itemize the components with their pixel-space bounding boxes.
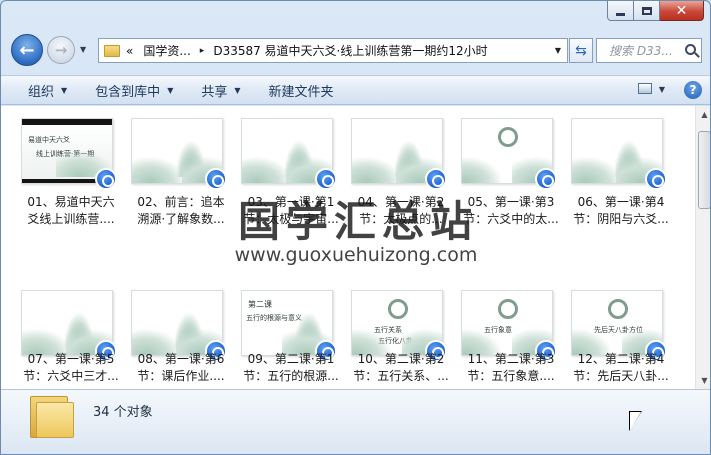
breadcrumb-overflow[interactable]: « [126, 44, 133, 58]
address-dropdown[interactable]: ▼ [555, 46, 561, 55]
file-name-line-1: 07、第一课·第5 [27, 352, 115, 366]
arrow-right-icon: → [54, 41, 68, 59]
video-file-icon [205, 168, 227, 190]
chevron-down-icon: ▼ [234, 85, 241, 95]
close-icon: ✕ [675, 2, 688, 19]
file-name-line-2: 节：六爻中三才... [23, 369, 119, 383]
file-name: 05、第一课·第3 节：六爻中的太... [455, 194, 567, 228]
minimize-button[interactable] [607, 1, 634, 21]
share-label: 共享 [201, 84, 228, 100]
scroll-thumb[interactable] [698, 131, 710, 209]
recent-pages-dropdown[interactable]: ▼ [80, 45, 86, 54]
search-input[interactable]: 搜索 D33... [596, 38, 702, 63]
video-file-icon [315, 168, 337, 190]
scroll-up-arrow-icon[interactable]: ▲ [696, 106, 710, 123]
navigation-bar: ← → ▼ « 国学资... ▸ D33587 易道中天六爻·线上训练营第一期约… [1, 31, 710, 69]
refresh-button[interactable]: ⇆ [569, 38, 593, 63]
file-name: 01、易道中天六 爻线上训练营.... [15, 194, 127, 228]
breadcrumb-item-current[interactable]: D33587 易道中天六爻·线上训练营第一期约12小时 [213, 42, 487, 59]
maximize-button[interactable] [634, 1, 660, 21]
arrow-left-icon: ← [19, 39, 35, 61]
help-icon[interactable]: ? [684, 81, 702, 99]
file-name-line-1: 03、第一课·第1 [247, 195, 335, 209]
file-name: 02、前言：追本 溯源·了解象数... [125, 194, 237, 228]
organize-menu[interactable]: 组织 ▼ [14, 76, 81, 104]
file-name-line-2: 节：五行的根源... [243, 369, 339, 383]
mouse-cursor-fill [630, 412, 641, 430]
watermark-url: www.guoxuehuizong.com [234, 244, 478, 266]
file-name: 08、第一课·第6 节：课后作业.... [125, 351, 237, 385]
file-name-line-1: 02、前言：追本 [137, 195, 225, 209]
caption-buttons: ✕ [607, 1, 704, 21]
file-name-line-2: 节：六爻中的太... [463, 212, 559, 226]
file-name-line-1: 01、易道中天六 [27, 195, 115, 209]
file-name-line-1: 05、第一课·第3 [467, 195, 555, 209]
file-name: 12、第二课·第4 节：先后天八卦... [565, 351, 677, 385]
change-view-icon[interactable] [638, 83, 652, 94]
folder-icon [104, 44, 120, 57]
file-name-line-2: 节：课后作业.... [137, 369, 225, 383]
file-name-line-2: 节：太极点的... [359, 212, 443, 226]
file-list: 易道中天六爻线上训练营·第一期01、易道中天六爻线上训练营....02、前言：追… [1, 106, 710, 389]
file-name-line-1: 04、第一课·第2 [357, 195, 445, 209]
command-bar: 组织 ▼ 包含到库中 ▼ 共享 ▼ 新建文件夹 ▼ ? [1, 75, 710, 105]
file-name-line-2: 节：五行关系、... [353, 369, 449, 383]
address-bar[interactable]: « 国学资... ▸ D33587 易道中天六爻·线上训练营第一期约12小时 ▼ [98, 38, 568, 63]
file-name: 10、第二课·第2 节：五行关系、... [345, 351, 457, 385]
share-menu[interactable]: 共享 ▼ [187, 76, 254, 104]
file-name-line-1: 11、第二课·第3 [467, 352, 555, 366]
scroll-down-arrow-icon[interactable]: ▼ [696, 372, 710, 389]
file-name-line-1: 09、第二课·第1 [247, 352, 335, 366]
close-button[interactable]: ✕ [660, 1, 704, 21]
file-name-line-2: 节：阴阳与六爻... [573, 212, 669, 226]
forward-button[interactable]: → [47, 36, 75, 64]
explorer-window: ✕ ← → ▼ « 国学资... ▸ D33587 易道中天六爻·线上训练营第一… [0, 0, 711, 455]
vertical-scrollbar[interactable]: ▲ ▼ [695, 106, 710, 389]
file-name: 11、第二课·第3 节：五行象意.... [455, 351, 567, 385]
folder-icon [30, 396, 74, 438]
item-count: 34 个对象 [93, 405, 153, 420]
video-file-icon [535, 168, 557, 190]
file-name-line-2: 溯源·了解象数... [137, 212, 225, 226]
view-options-dropdown[interactable]: ▼ [659, 85, 665, 94]
organize-label: 组织 [28, 84, 55, 100]
breadcrumb-separator[interactable]: ▸ [200, 46, 205, 56]
file-name-line-1: 06、第一课·第4 [577, 195, 665, 209]
thumbnail-title: 第二课 [248, 300, 272, 309]
search-placeholder: 搜索 D33... [609, 44, 673, 58]
file-name-line-1: 08、第一课·第6 [137, 352, 225, 366]
maximize-icon [641, 6, 652, 15]
back-button[interactable]: ← [11, 34, 43, 66]
video-file-icon [95, 168, 117, 190]
minimize-icon [616, 12, 625, 16]
refresh-icon: ⇆ [575, 42, 587, 59]
new-folder-label: 新建文件夹 [268, 84, 334, 100]
chevron-down-icon: ▼ [61, 85, 68, 95]
file-name-line-2: 节：太极与宇宙... [243, 212, 339, 226]
chevron-down-icon: ▼ [167, 85, 174, 95]
file-name: 03、第一课·第1 节：太极与宇宙... [235, 194, 347, 228]
video-file-icon [645, 168, 667, 190]
new-folder-button[interactable]: 新建文件夹 [255, 76, 348, 104]
thumbnail-title: 易道中天六爻 [28, 136, 70, 144]
include-in-library-label: 包含到库中 [95, 84, 161, 100]
include-in-library-menu[interactable]: 包含到库中 ▼ [81, 76, 187, 104]
file-name-line-2: 节：先后天八卦... [573, 369, 669, 383]
file-name-line-1: 12、第二课·第4 [577, 352, 665, 366]
file-name: 07、第一课·第5 节：六爻中三才... [15, 351, 127, 385]
file-name-line-2: 爻线上训练营.... [27, 212, 115, 226]
file-name-line-2: 节：五行象意.... [467, 369, 555, 383]
video-file-icon [425, 168, 447, 190]
file-name-line-1: 10、第二课·第2 [357, 352, 445, 366]
breadcrumb-item-parent[interactable]: 国学资... [143, 42, 190, 59]
file-name: 06、第一课·第4 节：阴阳与六爻... [565, 194, 677, 228]
details-pane: 34 个对象 [1, 389, 710, 454]
file-name: 04、第一课·第2 节：太极点的... [345, 194, 457, 228]
file-name: 09、第二课·第1 节：五行的根源... [235, 351, 347, 385]
search-icon[interactable] [685, 44, 696, 55]
